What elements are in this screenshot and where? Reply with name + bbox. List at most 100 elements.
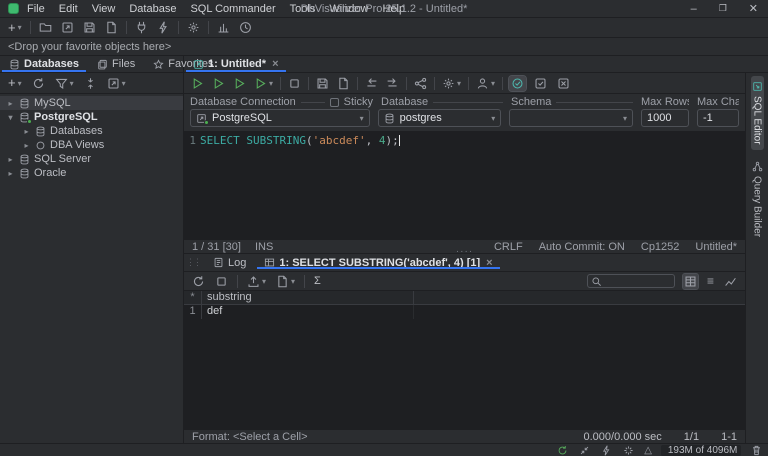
text-view-button[interactable]: ≡ xyxy=(706,273,715,289)
column-header-substring[interactable]: substring xyxy=(202,291,414,304)
schema-select[interactable]: ▾ xyxy=(509,109,633,127)
auto-commit-status[interactable]: Auto Commit: ON xyxy=(539,241,625,253)
refresh-tree-button[interactable] xyxy=(31,76,46,91)
import-bookmark-button[interactable] xyxy=(60,20,75,35)
connect-button[interactable] xyxy=(134,20,149,35)
menu-view[interactable]: View xyxy=(92,3,116,15)
rollback-button[interactable] xyxy=(555,76,572,91)
row-number[interactable]: 1 xyxy=(184,305,202,319)
lightning-icon[interactable] xyxy=(600,444,613,456)
tree-node-dba-views[interactable]: ▸ DBA Views xyxy=(0,138,183,152)
execute-buffer-button[interactable] xyxy=(232,76,247,91)
result-search-input[interactable] xyxy=(605,276,671,287)
splitter-handle[interactable]: ···· xyxy=(456,246,473,257)
maximize-button[interactable]: ❐ xyxy=(719,3,727,14)
favorites-drop-bar[interactable]: <Drop your favorite objects here> xyxy=(0,38,768,56)
commit-button[interactable] xyxy=(532,76,549,91)
database-connected-icon xyxy=(19,112,30,123)
chart-view-button[interactable] xyxy=(723,274,738,289)
close-button[interactable]: ✕ xyxy=(749,2,758,15)
new-object-button[interactable]: +▾ xyxy=(7,22,23,34)
schema-label: Schema xyxy=(511,96,551,108)
memory-indicator[interactable]: 193M of 4096M xyxy=(661,445,741,456)
shrink-arrows-icon[interactable] xyxy=(578,444,591,456)
share-branch-button[interactable] xyxy=(413,76,428,91)
connection-select[interactable]: PostgreSQL ▾ xyxy=(190,109,370,127)
tree-node-mysql[interactable]: ▸ MySQL xyxy=(0,96,183,110)
warning-triangle-icon[interactable]: △ xyxy=(644,445,652,456)
sync-status-icon[interactable] xyxy=(556,444,569,456)
format-selector[interactable]: Format: <Select a Cell> xyxy=(192,431,308,443)
tree-node-sql-server[interactable]: ▸ SQL Server xyxy=(0,152,183,166)
open-in-window-button[interactable]: ▾ xyxy=(106,76,127,91)
driver-manager-button[interactable] xyxy=(156,20,171,35)
connection-label: Database Connection xyxy=(190,96,296,108)
expand-arrow-icon[interactable]: ▸ xyxy=(6,155,15,164)
expand-arrow-icon[interactable]: ▸ xyxy=(22,141,31,150)
aggregate-sigma-button[interactable]: Σ xyxy=(313,274,322,288)
execute-button[interactable] xyxy=(190,76,205,91)
save-as-button[interactable] xyxy=(104,20,119,35)
collapse-arrow-icon[interactable]: ▾ xyxy=(6,113,15,122)
monitor-levels-button[interactable] xyxy=(216,20,231,35)
panel-grip[interactable]: ⋮⋮ xyxy=(184,257,204,268)
execute-explain-button[interactable]: ▾ xyxy=(253,76,274,91)
menu-file[interactable]: File xyxy=(27,3,45,15)
menu-edit[interactable]: Edit xyxy=(59,3,78,15)
load-sql-button[interactable] xyxy=(364,76,379,91)
log-tab[interactable]: Log xyxy=(204,257,255,269)
add-connection-button[interactable]: +▾ xyxy=(7,77,23,89)
sql-code-editor[interactable]: 1 SELECT SUBSTRING('abcdef', 4); xyxy=(184,132,745,239)
result-set-tab[interactable]: 1: SELECT SUBSTRING('abcdef', 4) [1] × xyxy=(255,257,501,269)
editor-settings-button[interactable]: ▾ xyxy=(441,76,462,91)
stop-result-button[interactable] xyxy=(214,274,229,289)
tree-node-oracle[interactable]: ▸ Oracle xyxy=(0,166,183,180)
encoding[interactable]: Cp1252 xyxy=(641,241,680,253)
save-script-as-button[interactable] xyxy=(336,76,351,91)
minimize-button[interactable]: – xyxy=(691,3,697,15)
execute-current-button[interactable] xyxy=(211,76,226,91)
save-button[interactable] xyxy=(82,20,97,35)
open-folder-button[interactable] xyxy=(38,20,53,35)
tree-node-databases[interactable]: ▸ Databases xyxy=(0,124,183,138)
editor-tab-untitled[interactable]: 1: Untitled* × xyxy=(184,56,288,72)
auto-commit-toggle[interactable] xyxy=(509,76,526,91)
chevron-down-icon: ▾ xyxy=(360,114,364,123)
expand-arrow-icon[interactable]: ▸ xyxy=(6,99,15,108)
max-rows-input[interactable] xyxy=(641,109,689,127)
settings-gear-button[interactable] xyxy=(186,20,201,35)
max-chars-input[interactable] xyxy=(697,109,739,127)
history-clock-button[interactable] xyxy=(238,20,253,35)
stop-button[interactable] xyxy=(287,76,302,91)
grid-cell[interactable]: def xyxy=(202,305,414,319)
app-window: File Edit View Database SQL Commander To… xyxy=(0,0,768,456)
sidebar-tab-files[interactable]: Files xyxy=(88,56,144,72)
window-title: DbVisualizer Pro 25.1.2 - Untitled* xyxy=(301,3,468,15)
menu-database[interactable]: Database xyxy=(129,3,176,15)
rerun-query-button[interactable] xyxy=(191,274,206,289)
vtab-query-builder[interactable]: Query Builder xyxy=(751,156,764,242)
client-session-button[interactable]: ▾ xyxy=(475,76,496,91)
save-script-button[interactable] xyxy=(315,76,330,91)
tree-node-postgresql[interactable]: ▾ PostgreSQL xyxy=(0,110,183,124)
gc-trash-icon[interactable] xyxy=(750,444,763,456)
close-tab-icon[interactable]: × xyxy=(272,58,278,70)
grid-corner[interactable]: * xyxy=(184,291,202,304)
sidebar-tab-databases[interactable]: Databases xyxy=(0,56,88,72)
tab-label: 1: SELECT SUBSTRING('abcdef', 4) [1] xyxy=(279,257,480,269)
line-ending[interactable]: CRLF xyxy=(494,241,523,253)
vtab-sql-editor[interactable]: SQL Editor xyxy=(751,76,764,150)
collapse-all-button[interactable] xyxy=(83,76,98,91)
result-format-button[interactable]: ▾ xyxy=(275,274,296,289)
database-select[interactable]: postgres ▾ xyxy=(378,109,502,127)
export-sql-button[interactable] xyxy=(385,76,400,91)
filter-funnel-button[interactable]: ▾ xyxy=(54,76,75,91)
close-tab-icon[interactable]: × xyxy=(486,257,492,269)
grid-view-button[interactable] xyxy=(683,274,698,289)
sticky-checkbox[interactable] xyxy=(330,98,339,107)
expand-arrow-icon[interactable]: ▸ xyxy=(22,127,31,136)
export-result-button[interactable]: ▾ xyxy=(246,274,267,289)
menu-sql-commander[interactable]: SQL Commander xyxy=(190,3,275,15)
expand-arrow-icon[interactable]: ▸ xyxy=(6,169,15,178)
tab-label: 1: Untitled* xyxy=(208,58,266,70)
